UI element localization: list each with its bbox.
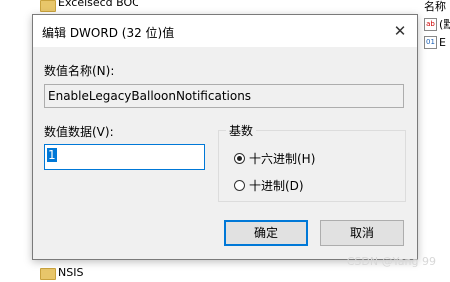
radio-button[interactable] bbox=[234, 180, 245, 191]
value-row[interactable]: 01 E bbox=[424, 36, 446, 49]
ok-button[interactable]: 确定 bbox=[224, 220, 308, 246]
folder-icon bbox=[40, 0, 56, 12]
radio-hexadecimal-label: 十六进制(H) bbox=[249, 152, 316, 166]
cancel-button[interactable]: 取消 bbox=[320, 220, 404, 246]
base-group-label: 基数 bbox=[226, 122, 257, 139]
value-row[interactable]: ab (默 bbox=[424, 16, 450, 32]
column-header-name[interactable]: 名称 bbox=[424, 0, 446, 14]
radio-decimal-label: 十进制(D) bbox=[249, 179, 304, 193]
string-value-icon: ab bbox=[424, 17, 437, 31]
value-name-label: 数值名称(N): bbox=[44, 64, 115, 78]
folder-icon bbox=[40, 268, 56, 280]
close-icon[interactable]: ✕ bbox=[383, 15, 417, 47]
radio-button-checked[interactable] bbox=[234, 153, 245, 164]
radio-decimal[interactable]: 十进制(D) bbox=[234, 177, 304, 194]
value-data-input[interactable]: 1 bbox=[44, 144, 205, 170]
registry-values-pane: 名称 ab (默 01 E bbox=[418, 0, 450, 280]
watermark: CSDN @Yang 99 bbox=[346, 255, 436, 268]
radio-hexadecimal[interactable]: 十六进制(H) bbox=[234, 150, 315, 167]
dialog-titlebar[interactable]: 编辑 DWORD (32 位)值 ✕ bbox=[33, 15, 417, 47]
tree-item[interactable]: Excelsecd BOCNET bbox=[58, 0, 138, 12]
edit-dword-dialog: 编辑 DWORD (32 位)值 ✕ 数值名称(N): EnableLegacy… bbox=[32, 14, 418, 260]
value-data-text: 1 bbox=[47, 148, 57, 162]
dialog-title: 编辑 DWORD (32 位)值 bbox=[42, 26, 175, 40]
binary-value-icon: 01 bbox=[424, 36, 437, 49]
value-name-field: EnableLegacyBalloonNotifications bbox=[44, 84, 404, 108]
value-data-label: 数值数据(V): bbox=[44, 125, 114, 139]
